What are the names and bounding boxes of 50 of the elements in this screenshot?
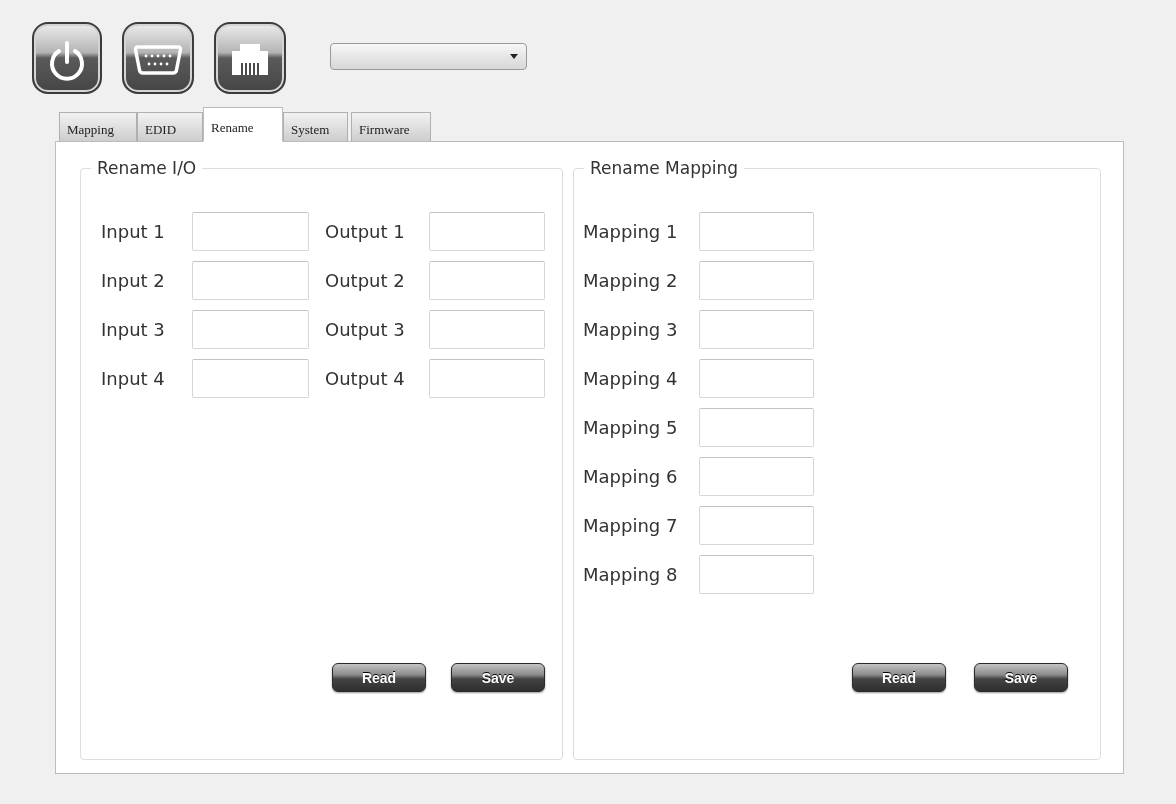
power-button[interactable] [32, 22, 102, 94]
tab[interactable]: System [283, 112, 348, 142]
name-field[interactable] [192, 212, 309, 251]
field-label: Mapping 6 [583, 465, 679, 488]
tab[interactable]: Firmware [351, 112, 431, 142]
dropdown[interactable] [330, 43, 527, 70]
field-label: Mapping 4 [583, 367, 679, 390]
tab[interactable]: Mapping [59, 112, 137, 142]
field-label: Mapping 3 [583, 318, 679, 341]
name-field[interactable] [429, 310, 545, 349]
caret-icon [510, 54, 518, 59]
name-field[interactable] [699, 457, 814, 496]
name-field[interactable] [192, 310, 309, 349]
field-label: Mapping 5 [583, 416, 679, 439]
name-field[interactable] [699, 408, 814, 447]
field-label: Output 4 [325, 367, 406, 390]
network-jack-icon [230, 42, 270, 76]
field-label: Input 1 [101, 220, 166, 243]
field-label: Mapping 2 [583, 269, 679, 292]
save-button[interactable]: Save [974, 663, 1068, 692]
tab[interactable]: Rename [203, 107, 283, 142]
field-label: Output 3 [325, 318, 406, 341]
save-button[interactable]: Save [451, 663, 545, 692]
name-field[interactable] [699, 359, 814, 398]
name-field[interactable] [699, 261, 814, 300]
name-field[interactable] [699, 506, 814, 545]
field-label: Input 2 [101, 269, 166, 292]
name-field[interactable] [429, 261, 545, 300]
field-label: Mapping 8 [583, 563, 679, 586]
name-field[interactable] [429, 359, 545, 398]
network-port-button[interactable] [214, 22, 286, 94]
name-field[interactable] [699, 310, 814, 349]
tab[interactable]: EDID [137, 112, 203, 142]
field-label: Mapping 1 [583, 220, 679, 243]
field-label: Input 3 [101, 318, 166, 341]
read-button[interactable]: Read [852, 663, 946, 692]
field-label: Mapping 7 [583, 514, 679, 537]
name-field[interactable] [192, 359, 309, 398]
name-field[interactable] [192, 261, 309, 300]
serial-port-button[interactable] [122, 22, 194, 94]
read-button[interactable]: Read [332, 663, 426, 692]
group-title: Rename Mapping [584, 157, 745, 179]
serial-port-icon [133, 44, 183, 76]
field-label: Input 4 [101, 367, 166, 390]
field-label: Output 1 [325, 220, 406, 243]
name-field[interactable] [699, 555, 814, 594]
power-icon [47, 41, 87, 83]
name-field[interactable] [699, 212, 814, 251]
name-field[interactable] [429, 212, 545, 251]
field-label: Output 2 [325, 269, 406, 292]
